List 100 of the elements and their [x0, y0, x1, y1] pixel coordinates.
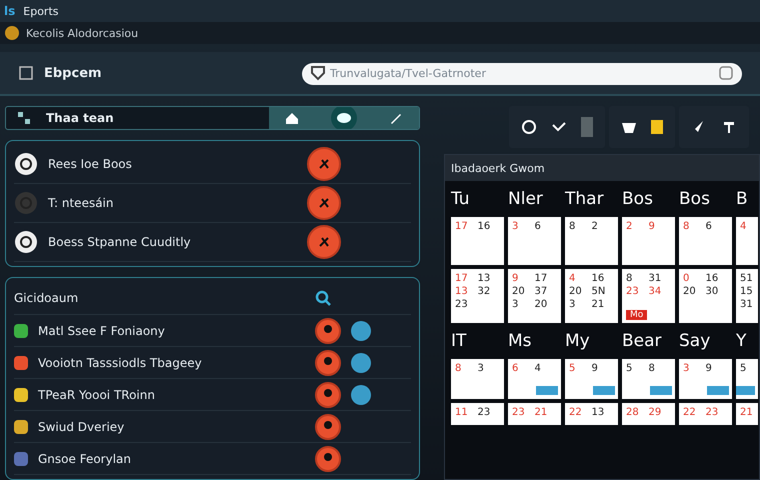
contact-name[interactable]: TPeaR Yoooi TRoinn [38, 388, 155, 402]
list-item[interactable]: Rees Ioe Boos [48, 157, 132, 171]
day-header: My [565, 331, 590, 351]
day-header: Bos [679, 189, 710, 209]
search-icon [315, 290, 331, 306]
day-number: 3 [512, 221, 520, 232]
app-logo: ls [4, 4, 16, 18]
calendar-day[interactable]: 8 31 23 34 Mo [622, 269, 675, 323]
day-number: 13 [455, 286, 469, 297]
calendar-day[interactable]: 5 [736, 359, 758, 399]
action-button[interactable] [307, 147, 341, 181]
page-title: Ebpcem [44, 66, 102, 80]
avatar-button[interactable] [315, 414, 341, 440]
account-name: Kecolis Alodorcasiou [26, 26, 138, 40]
day-number: 3 [478, 363, 485, 374]
calendar-day[interactable]: 8 3 [451, 359, 504, 399]
list-item[interactable]: Boess Stpanne Cuuditly [48, 235, 191, 249]
avatar-button[interactable] [315, 446, 341, 472]
day-number: 4 [740, 221, 748, 232]
globe-button[interactable] [351, 352, 371, 372]
calendar-day[interactable]: 8 2 [565, 217, 618, 265]
action-button[interactable] [307, 186, 341, 220]
calendar-day[interactable]: 51 15 31 [736, 269, 758, 323]
search-field[interactable]: Trunvalugata/Tvel-Gatrnoter [302, 62, 742, 84]
contacts-title: Gicidoaum [14, 291, 78, 305]
avatar-button[interactable] [315, 382, 341, 408]
calendar-day[interactable]: 22 23 [679, 403, 732, 425]
day-number: 22 [569, 407, 583, 418]
chat-bubble-icon[interactable] [330, 107, 358, 129]
contact-name[interactable]: Vooiotn Tasssiodls Tbageey [38, 356, 202, 370]
day-header: Y [736, 331, 746, 351]
day-number: 5N [592, 286, 606, 297]
day-number: 11 [455, 407, 469, 418]
action-button[interactable] [307, 225, 341, 259]
calendar-day[interactable]: 22 13 [565, 403, 618, 425]
globe-button[interactable] [351, 320, 371, 340]
day-number: 21 [740, 407, 754, 418]
house-icon [284, 110, 300, 126]
calendar-day[interactable]: 5 9 [565, 359, 618, 399]
day-number: 3 [512, 299, 520, 310]
day-number: 21 [534, 407, 548, 418]
calendar-day[interactable]: 4 [736, 217, 758, 265]
calendar-day[interactable]: 2 9 [622, 217, 675, 265]
calendar-day[interactable]: 4 16 20 5N 3 21 [565, 269, 618, 323]
day-number: 9 [512, 273, 520, 284]
calendar-day[interactable]: 28 29 [622, 403, 675, 425]
calendar-day[interactable]: 17 13 13 32 23 [451, 269, 504, 323]
day-number: 16 [478, 221, 492, 232]
day-header: Thar [565, 189, 604, 209]
globe-button[interactable] [351, 384, 371, 404]
day-number: 15 [740, 286, 754, 297]
grid-icon [16, 110, 32, 126]
calendar-day[interactable]: 3 9 [679, 359, 732, 399]
day-number: 2 [626, 221, 634, 232]
avatar-button[interactable] [315, 318, 341, 344]
calendar-day[interactable]: 9 17 20 37 3 20 [508, 269, 561, 323]
calendar-day[interactable]: 5 8 [622, 359, 675, 399]
day-number: 8 [683, 221, 690, 232]
day-header: B [736, 189, 748, 209]
circle-icon [14, 191, 38, 215]
day-number: 6 [706, 221, 713, 232]
day-number: 8 [569, 221, 576, 232]
day-number: 21 [592, 299, 606, 310]
shield-icon [310, 65, 326, 81]
avatar-button[interactable] [315, 350, 341, 376]
day-number: 23 [626, 286, 640, 297]
day-number: 3 [683, 363, 690, 374]
day-number: 20 [534, 299, 548, 310]
circle-icon [14, 230, 38, 254]
day-number: 34 [648, 286, 662, 297]
day-number: 22 [683, 407, 697, 418]
calendar-title: Ibadaoerk Gwom [451, 162, 545, 174]
day-number: 31 [740, 299, 754, 310]
calendar-day[interactable]: 0 16 20 30 [679, 269, 732, 323]
calendar-day[interactable]: 8 6 [679, 217, 732, 265]
day-number: 17 [455, 221, 469, 232]
event-badge[interactable]: Mo [626, 310, 648, 320]
day-number: 8 [455, 363, 462, 374]
day-number: 28 [626, 407, 640, 418]
day-number: 37 [534, 286, 548, 297]
day-number: 9 [706, 363, 713, 374]
calendar-day[interactable]: 17 16 [451, 217, 504, 265]
day-number: 9 [648, 221, 656, 232]
day-number: 9 [592, 363, 599, 374]
day-number: 5 [740, 363, 748, 374]
contact-name[interactable]: Matl Ssee F Foniaony [38, 324, 165, 338]
circle-icon [14, 152, 38, 176]
day-number: 20 [512, 286, 526, 297]
list-item[interactable]: T: nteesáin [48, 196, 114, 210]
calendar-day[interactable]: 6 4 [508, 359, 561, 399]
calendar-day[interactable]: 11 23 [451, 403, 504, 425]
calendar-day[interactable]: 3 6 [508, 217, 561, 265]
contact-name[interactable]: Gnsoe Feorylan [38, 452, 131, 466]
day-header: Bos [622, 189, 653, 209]
day-number: 0 [683, 273, 690, 284]
contact-name[interactable]: Swiud Dveriey [38, 420, 124, 434]
calendar-day[interactable]: 23 21 [508, 403, 561, 425]
calendar-day[interactable]: 21 [736, 403, 758, 425]
day-number: 23 [478, 407, 492, 418]
day-number: 20 [569, 286, 583, 297]
